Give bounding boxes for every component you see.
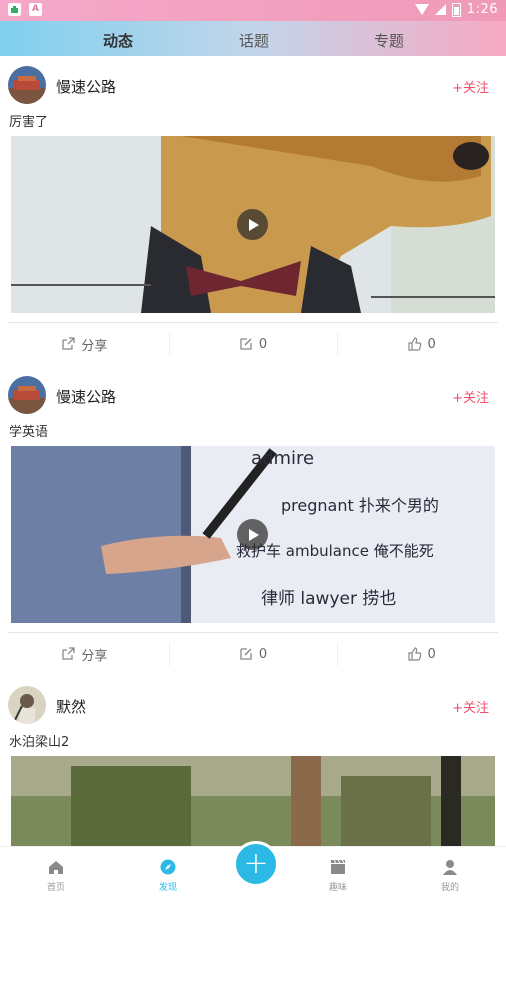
clapper-icon <box>331 859 345 874</box>
comment-count: 0 <box>258 646 268 662</box>
post-caption: 学英语 <box>9 425 49 440</box>
share-label: 分享 <box>81 338 108 354</box>
post-actions: 分享 0 0 <box>0 324 506 364</box>
nav-fun-label: 趣味 <box>328 883 347 893</box>
feed-post: 慢速公路 +关注 学英语 admire pregnant 扑来个男的 救护车 a… <box>0 366 506 676</box>
whiteboard-line-4: 律师 lawyer 捞也 <box>261 589 396 609</box>
whiteboard-line-3: 救护车 ambulance 俺不能死 <box>236 542 434 560</box>
avatar[interactable] <box>8 686 46 724</box>
notification-text-icon: A <box>29 3 42 16</box>
post-username[interactable]: 慢速公路 <box>56 76 116 97</box>
follow-button[interactable]: +关注 <box>452 697 489 716</box>
share-label: 分享 <box>81 648 108 664</box>
home-icon <box>49 861 63 874</box>
avatar[interactable] <box>8 376 46 414</box>
tab-topics[interactable]: 话题 <box>239 30 269 51</box>
video-thumbnail[interactable]: admire pregnant 扑来个男的 救护车 ambulance 俺不能死… <box>11 446 495 623</box>
share-icon <box>62 647 75 660</box>
comment-count: 0 <box>258 336 268 352</box>
follow-button[interactable]: +关注 <box>452 387 489 406</box>
nav-fun[interactable]: 趣味 <box>308 859 368 893</box>
nav-profile[interactable]: 我的 <box>420 859 480 893</box>
add-post-button[interactable]: + <box>233 841 279 887</box>
tab-specials[interactable]: 专题 <box>374 30 404 51</box>
edit-icon <box>240 338 252 350</box>
battery-icon <box>451 2 461 17</box>
like-button[interactable]: 0 <box>337 634 506 674</box>
status-bar: A 1:26 <box>0 0 506 21</box>
top-tab-bar: 动态 话题 专题 <box>0 21 506 56</box>
whiteboard-line-1: admire <box>251 448 314 469</box>
follow-button[interactable]: +关注 <box>452 77 489 96</box>
feed-post: 默然 +关注 水泊梁山2 <box>0 676 506 986</box>
tab-dynamics[interactable]: 动态 <box>103 30 133 51</box>
share-icon <box>62 337 75 350</box>
wifi-icon <box>414 4 429 15</box>
video-thumbnail[interactable] <box>11 756 495 846</box>
edit-icon <box>240 648 252 660</box>
post-caption: 厉害了 <box>9 115 49 130</box>
video-thumbnail[interactable] <box>11 136 495 313</box>
signal-icon <box>434 4 446 15</box>
thumbs-up-icon <box>407 647 421 661</box>
share-button[interactable]: 分享 <box>0 324 169 364</box>
play-icon[interactable] <box>237 519 268 550</box>
comment-button[interactable]: 0 <box>168 634 338 674</box>
nav-home[interactable]: 首页 <box>26 859 86 893</box>
play-icon[interactable] <box>237 209 268 240</box>
nav-home-label: 首页 <box>46 883 65 893</box>
nav-profile-label: 我的 <box>440 883 459 893</box>
post-caption: 水泊梁山2 <box>9 735 70 750</box>
like-count: 0 <box>427 336 436 352</box>
feed-post: 慢速公路 +关注 厉害了 分享 0 0 <box>0 56 506 366</box>
thumbs-up-icon <box>407 337 421 351</box>
divider <box>8 322 498 323</box>
avatar[interactable] <box>8 66 46 104</box>
divider <box>8 632 498 633</box>
compass-icon <box>160 859 176 875</box>
like-button[interactable]: 0 <box>337 324 506 364</box>
like-count: 0 <box>427 646 436 662</box>
post-actions: 分享 0 0 <box>0 634 506 674</box>
nav-discover[interactable]: 发现 <box>138 859 198 893</box>
bottom-navigation: 首页 发现 + 趣味 我的 <box>0 841 506 899</box>
post-username[interactable]: 默然 <box>56 696 86 717</box>
whiteboard-line-2: pregnant 扑来个男的 <box>281 496 439 515</box>
share-button[interactable]: 分享 <box>0 634 169 674</box>
user-icon <box>443 860 457 875</box>
comment-button[interactable]: 0 <box>168 324 338 364</box>
notification-app-icon <box>8 3 21 16</box>
nav-discover-label: 发现 <box>158 883 177 893</box>
clock: 1:26 <box>466 2 498 17</box>
post-username[interactable]: 慢速公路 <box>56 386 116 407</box>
